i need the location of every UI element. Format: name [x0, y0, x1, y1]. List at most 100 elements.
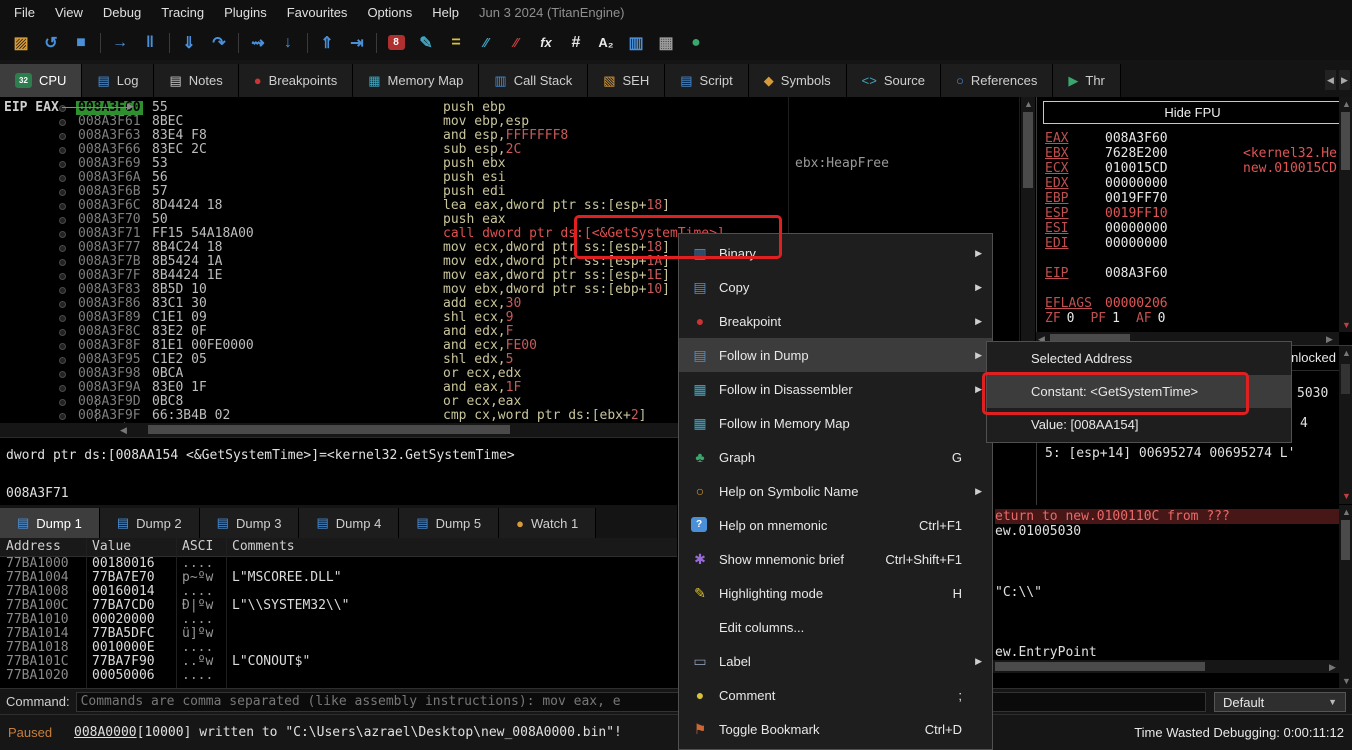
tab-scroll-right-icon[interactable]: ▶ [1339, 70, 1350, 90]
breakpoint-dot[interactable] [59, 287, 66, 294]
fx-button[interactable]: fx [531, 30, 561, 56]
patches-button[interactable]: = [441, 30, 471, 56]
tab-dump-3[interactable]: ▤Dump 3 [200, 508, 300, 538]
text-button[interactable]: A₂ [591, 30, 621, 56]
scroll-left-icon[interactable]: ◀ [120, 424, 127, 436]
step-into-button[interactable]: ⇓ [174, 30, 204, 56]
breakpoint-dot[interactable] [59, 175, 66, 182]
scroll-up-icon[interactable]: ▲ [1342, 98, 1351, 110]
disasm-row[interactable]: 008A3F6B57push edi [0, 185, 1021, 199]
context-menu-item-toggle-bookmark[interactable]: ⚑Toggle BookmarkCtrl+D [679, 712, 992, 746]
stack-vertical-scrollbar[interactable]: ▲ ▼ [1339, 505, 1352, 688]
breakpoint-dot[interactable] [59, 273, 66, 280]
stack-row[interactable]: "C:\\" [995, 585, 1042, 600]
disasm-row[interactable]: 008A3F6383E4 F8and esp,FFFFFFF8 [0, 129, 1021, 143]
flags-row[interactable]: ZF0PF1AF0 [1045, 311, 1352, 326]
open-file-button[interactable]: ▨ [6, 30, 36, 56]
register-row[interactable]: ECX010015CDnew.010015CD [1037, 161, 1352, 176]
menu-tracing[interactable]: Tracing [151, 2, 214, 23]
dump-row[interactable]: 77BA101000020000.... [0, 613, 677, 627]
menu-file[interactable]: File [4, 2, 45, 23]
tab-thr[interactable]: ▶Thr [1053, 64, 1121, 97]
breakpoint-dot[interactable] [59, 413, 66, 420]
dump-pane[interactable]: AddressValueASCIComments 77BA10000018001… [0, 538, 677, 688]
breakpoint-dot[interactable] [59, 217, 66, 224]
tab-watch-1[interactable]: ●Watch 1 [499, 508, 596, 538]
context-menu-item-copy[interactable]: ▤Copy▶ [679, 270, 992, 304]
scroll-thumb[interactable] [1341, 364, 1350, 394]
run-button[interactable]: → [105, 30, 135, 56]
dump-row[interactable]: 77BA100800160014.... [0, 585, 677, 599]
disasm-row[interactable]: 008A3F6055push ebp [0, 101, 1021, 115]
context-menu-item-follow-in-memory-map[interactable]: ▦Follow in Memory Map [679, 406, 992, 440]
disasm-row[interactable]: 008A3F6683EC 2Csub esp,2C [0, 143, 1021, 157]
context-menu-item-breakpoint[interactable]: ●Breakpoint▶ [679, 304, 992, 338]
disasm-row[interactable]: 008A3F6A56push esi [0, 171, 1021, 185]
stack-horizontal-scrollbar[interactable]: ▶ [993, 660, 1339, 673]
dump-row[interactable]: 77BA101C77BA7F90..ºwL"CONOUT$" [0, 655, 677, 669]
stripes-red-button[interactable]: ∕∕ [501, 30, 531, 56]
pause-button[interactable]: ‖ [135, 30, 165, 56]
profile-select[interactable]: Default ▼ [1214, 692, 1346, 712]
breakpoint-dot[interactable] [59, 343, 66, 350]
context-menu-item-highlighting-mode[interactable]: ✎Highlighting modeH [679, 576, 992, 610]
skip-next-button[interactable]: ⇥ [342, 30, 372, 56]
pencil-button[interactable]: ✎ [411, 30, 441, 56]
scroll-down-icon[interactable]: ▼ [1342, 675, 1351, 687]
scroll-thumb[interactable] [1341, 112, 1350, 170]
register-row[interactable]: EAX008A3F60 [1037, 131, 1352, 146]
register-row[interactable]: EBP0019FF70 [1037, 191, 1352, 206]
registers-vertical-scrollbar[interactable]: ▲ ▼ [1339, 97, 1352, 332]
menu-options[interactable]: Options [357, 2, 422, 23]
tab-memory-map[interactable]: ▦Memory Map [353, 64, 479, 97]
tab-log[interactable]: ▤Log [82, 64, 154, 97]
stack-row[interactable]: eturn to new.0100110C from ??? [995, 509, 1339, 524]
context-menu-item-graph[interactable]: ♣GraphG [679, 440, 992, 474]
context-menu-item-show-mnemonic-brief[interactable]: ✱Show mnemonic briefCtrl+Shift+F1 [679, 542, 992, 576]
command-input[interactable] [76, 692, 1206, 712]
tab-dump-2[interactable]: ▤Dump 2 [100, 508, 200, 538]
dump-column-header-address[interactable]: Address [6, 539, 61, 554]
scroll-right-icon[interactable]: ▶ [1329, 661, 1336, 673]
tab-dump-1[interactable]: ▤Dump 1 [0, 508, 100, 538]
breakpoint-dot[interactable] [59, 357, 66, 364]
breakpoint-dot[interactable] [59, 259, 66, 266]
tab-dump-4[interactable]: ▤Dump 4 [299, 508, 399, 538]
dump-row[interactable]: 77BA10180010000E.... [0, 641, 677, 655]
breakpoint-dot[interactable] [59, 315, 66, 322]
hash-button[interactable]: # [561, 30, 591, 56]
breakpoint-dot[interactable] [59, 203, 66, 210]
scroll-thumb[interactable] [995, 662, 1205, 671]
register-row[interactable]: EBX7628E200<kernel32.He [1037, 146, 1352, 161]
context-menu-item-follow-in-disassembler[interactable]: ▦Follow in Disassembler▶ [679, 372, 992, 406]
restart-button[interactable]: ↺ [36, 30, 66, 56]
breakpoint-dot[interactable] [59, 385, 66, 392]
tab-call-stack[interactable]: ▥Call Stack [479, 64, 588, 97]
dump-column-header-value[interactable]: Value [92, 539, 131, 554]
scroll-thumb[interactable] [1023, 112, 1033, 188]
tab-seh[interactable]: ▧SEH [588, 64, 665, 97]
register-row[interactable]: EIP008A3F60 [1037, 266, 1352, 281]
tab-dump-5[interactable]: ▤Dump 5 [399, 508, 499, 538]
status-message-link[interactable]: 008A0000 [74, 725, 137, 740]
stripes-blue-button[interactable]: ∕∕ [471, 30, 501, 56]
breakpoint-dot[interactable] [59, 133, 66, 140]
scroll-down-icon[interactable]: ▼ [1342, 319, 1351, 331]
breakpoint-dot[interactable] [59, 231, 66, 238]
menu-help[interactable]: Help [422, 2, 469, 23]
breakpoint-dot[interactable] [59, 119, 66, 126]
dump-column-header-asci[interactable]: ASCI [182, 539, 213, 554]
register-row[interactable]: EDI00000000 [1037, 236, 1352, 251]
tab-breakpoints[interactable]: ●Breakpoints [239, 64, 354, 97]
animate-button[interactable]: 8 [381, 30, 411, 56]
registers-pane[interactable]: Hide FPU EAX008A3F60EBX7628E200<kernel32… [1036, 97, 1352, 345]
tab-cpu[interactable]: 32CPU [0, 64, 82, 97]
dump-column-header-comments[interactable]: Comments [232, 539, 295, 554]
dump-row[interactable]: 77BA102000050006.... [0, 669, 677, 683]
tab-scroll-left-icon[interactable]: ◀ [1325, 70, 1336, 90]
context-menu-item-label[interactable]: ▭Label▶ [679, 644, 992, 678]
dump-row[interactable]: 77BA100C77BA7CD0Ð|ºwL"\\SYSTEM32\\" [0, 599, 677, 613]
scroll-thumb[interactable] [1341, 520, 1350, 560]
menu-view[interactable]: View [45, 2, 93, 23]
tab-symbols[interactable]: ◆Symbols [749, 64, 847, 97]
